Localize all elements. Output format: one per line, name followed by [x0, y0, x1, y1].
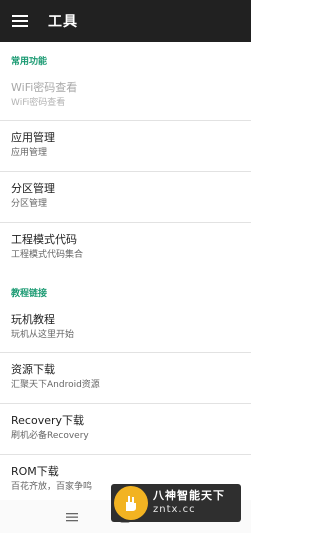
section-header-tutorials: 教程链接: [11, 289, 48, 299]
list-item-resource-download[interactable]: 资源下载 汇聚天下Android资源: [0, 353, 251, 404]
item-subtitle: 刷机必备Recovery: [11, 431, 89, 441]
list-item-recovery-download[interactable]: Recovery下载 刷机必备Recovery: [0, 404, 251, 455]
item-title: 分区管理: [11, 182, 55, 195]
item-title: Recovery下载: [11, 414, 85, 427]
site-watermark: 八神智能天下 zntx.cc: [111, 484, 241, 522]
list-item-app-manager[interactable]: 应用管理 应用管理: [0, 121, 251, 172]
item-subtitle: 应用管理: [11, 148, 48, 158]
page-title: 工具: [48, 14, 78, 30]
menu-button[interactable]: [0, 0, 40, 42]
menu-lines-icon: [65, 512, 78, 521]
list-item-tutorials[interactable]: 玩机教程 玩机从这里开始: [0, 306, 251, 353]
item-subtitle: 玩机从这里开始: [11, 330, 75, 340]
list-item-wifi-password[interactable]: WiFi密码查看 WiFi密码查看: [0, 74, 251, 121]
hand-logo-icon: [114, 486, 148, 520]
item-title: 工程模式代码: [11, 233, 77, 246]
item-subtitle: 工程模式代码集合: [11, 250, 84, 260]
item-subtitle: 汇聚天下Android资源: [11, 380, 100, 390]
app-bar: 工具: [0, 0, 251, 42]
item-title: 资源下载: [11, 363, 55, 376]
list-item-engineering-codes[interactable]: 工程模式代码 工程模式代码集合: [0, 223, 251, 274]
item-subtitle: 分区管理: [11, 199, 48, 209]
item-title: ROM下载: [11, 465, 59, 478]
item-title: 玩机教程: [11, 313, 55, 326]
tools-list[interactable]: 常用功能 WiFi密码查看 WiFi密码查看 应用管理 应用管理 分区管理 分区…: [0, 42, 251, 500]
watermark-title: 八神智能天下: [153, 489, 225, 502]
section-header-common: 常用功能: [11, 57, 48, 67]
hamburger-menu-icon: [12, 15, 28, 27]
item-subtitle: WiFi密码查看: [11, 98, 66, 108]
item-title: WiFi密码查看: [11, 81, 78, 94]
item-title: 应用管理: [11, 131, 55, 144]
recents-button[interactable]: [64, 509, 80, 525]
watermark-domain: zntx.cc: [153, 504, 196, 515]
list-item-partition-manager[interactable]: 分区管理 分区管理: [0, 172, 251, 223]
